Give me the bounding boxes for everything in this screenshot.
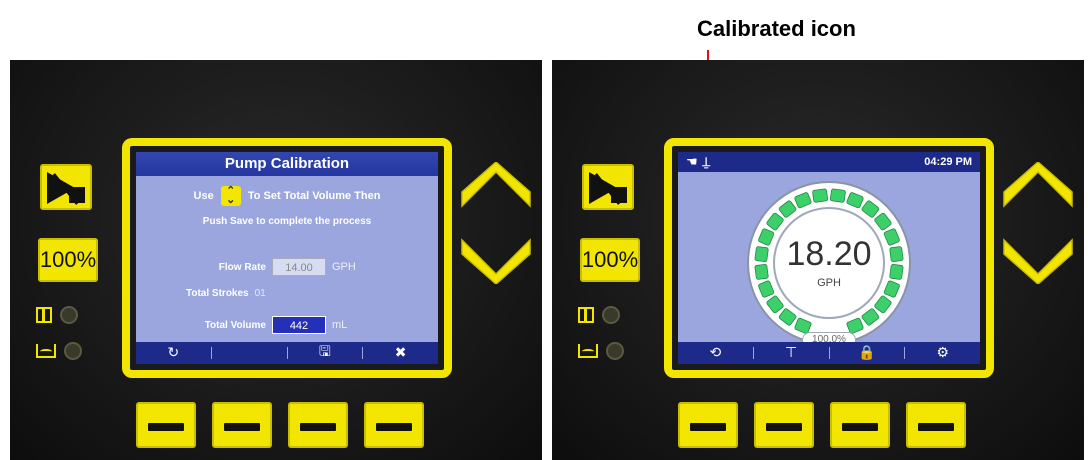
total-volume-unit: mL: [332, 319, 348, 331]
total-volume-label: Total Volume: [204, 319, 266, 331]
tank-indicator-row: [578, 342, 624, 360]
tank-led: [64, 342, 82, 360]
chevron-down-icon: [461, 238, 531, 286]
soft-key-3[interactable]: [830, 402, 890, 448]
prime-icon[interactable]: ⊤: [754, 345, 829, 361]
status-bar: ☚ ⍊ 04:29 PM: [678, 152, 980, 172]
flow-rate-unit: GPH: [332, 261, 356, 273]
speed-100-button[interactable]: 100%: [580, 238, 640, 282]
pump-panel-calibration: 100% Pump Calibration Use ⌃ ⌄ To Set Tota…: [10, 60, 542, 460]
close-icon[interactable]: ✖: [363, 345, 438, 361]
gauge-segment: [754, 263, 769, 280]
stop-led: [60, 306, 78, 324]
tank-indicator-row: [36, 342, 82, 360]
cycle-icon[interactable]: ⟲: [678, 345, 753, 361]
flow-unit: GPH: [817, 277, 841, 289]
soft-key-dash-icon: [766, 423, 802, 431]
total-volume-row: Total Volume 442 mL: [188, 316, 347, 334]
calibration-screen: Pump Calibration Use ⌃ ⌄ To Set Total Vol…: [136, 152, 438, 364]
gauge-segment: [889, 263, 904, 280]
soft-key-1[interactable]: [678, 402, 738, 448]
chevron-up-icon: [461, 160, 531, 208]
gauge-segment: [754, 246, 769, 263]
instruction-line-1: Use ⌃ ⌄ To Set Total Volume Then: [193, 185, 381, 206]
save-icon[interactable]: 🖫: [288, 341, 363, 364]
increase-button[interactable]: [1000, 160, 1076, 214]
total-strokes-value: 01: [254, 288, 266, 299]
soft-key-dash-icon: [690, 423, 726, 431]
start-stop-button[interactable]: [40, 164, 92, 210]
up-down-arrows-icon: ⌃ ⌄: [220, 186, 241, 206]
stop-indicator-row: [578, 306, 620, 324]
instruction-line-2: Push Save to complete the process: [202, 216, 372, 227]
gauge-segment: [889, 246, 904, 263]
clock: 04:29 PM: [924, 156, 972, 168]
soft-key-dash-icon: [148, 423, 184, 431]
soft-key-2[interactable]: [212, 402, 272, 448]
calibrated-icon-callout: Calibrated icon: [697, 16, 856, 41]
pump-panel-run: 100% ☚ ⍊ 04:29 PM 18.20 GPH 100.0% ⟲ ⊤ 🔒…: [552, 60, 1084, 460]
stop-indicator-icon: [578, 307, 594, 323]
tank-led: [606, 342, 624, 360]
status-icons: ☚ ⍊: [686, 155, 710, 170]
soft-key-dash-icon: [376, 423, 412, 431]
soft-key-4[interactable]: [906, 402, 966, 448]
flow-rate-label: Flow Rate: [218, 261, 266, 273]
flow-value: 18.20: [786, 235, 872, 273]
soft-key-dash-icon: [918, 423, 954, 431]
soft-key-3[interactable]: [288, 402, 348, 448]
total-strokes-row: Total Strokes 01: [186, 288, 266, 299]
gauge-segment: [829, 188, 846, 203]
stop-indicator-row: [36, 306, 78, 324]
soft-key-dash-icon: [224, 423, 260, 431]
total-volume-field[interactable]: 442: [272, 316, 326, 334]
soft-key-2[interactable]: [754, 402, 814, 448]
soft-key-4[interactable]: [364, 402, 424, 448]
tank-level-icon: [36, 344, 56, 358]
settings-icon[interactable]: ⚙: [905, 345, 980, 361]
flow-rate-field[interactable]: 14.00: [272, 258, 326, 276]
softkey-bar: ↻ 🖫 ✖: [136, 342, 438, 364]
display-bezel: Pump Calibration Use ⌃ ⌄ To Set Total Vol…: [122, 138, 452, 378]
gauge-center: 18.20 GPH: [773, 207, 885, 319]
tank-level-icon: [578, 344, 598, 358]
stop-led: [602, 306, 620, 324]
decrease-button[interactable]: [1000, 232, 1076, 286]
gauge-segment: [812, 188, 829, 203]
chevron-down-icon: [1003, 238, 1073, 286]
soft-key-dash-icon: [842, 423, 878, 431]
total-strokes-label: Total Strokes: [186, 288, 249, 299]
chevron-up-icon: [1003, 160, 1073, 208]
run-screen: ☚ ⍊ 04:29 PM 18.20 GPH 100.0% ⟲ ⊤ 🔒 ⚙: [678, 152, 980, 364]
soft-key-dash-icon: [300, 423, 336, 431]
lock-icon[interactable]: 🔒: [830, 345, 905, 361]
calibrated-icon: ⍊: [702, 154, 710, 170]
flow-rate-row: Flow Rate 14.00 GPH: [196, 258, 356, 276]
softkey-bar: ⟲ ⊤ 🔒 ⚙: [678, 342, 980, 364]
refresh-icon[interactable]: ↻: [136, 345, 211, 361]
speed-100-button[interactable]: 100%: [38, 238, 98, 282]
display-bezel: ☚ ⍊ 04:29 PM 18.20 GPH 100.0% ⟲ ⊤ 🔒 ⚙: [664, 138, 994, 378]
increase-button[interactable]: [458, 160, 534, 214]
decrease-button[interactable]: [458, 232, 534, 286]
start-stop-button[interactable]: [582, 164, 634, 210]
hand-manual-icon: ☚: [686, 154, 698, 170]
stop-indicator-icon: [36, 307, 52, 323]
screen-title: Pump Calibration: [136, 152, 438, 176]
soft-key-1[interactable]: [136, 402, 196, 448]
